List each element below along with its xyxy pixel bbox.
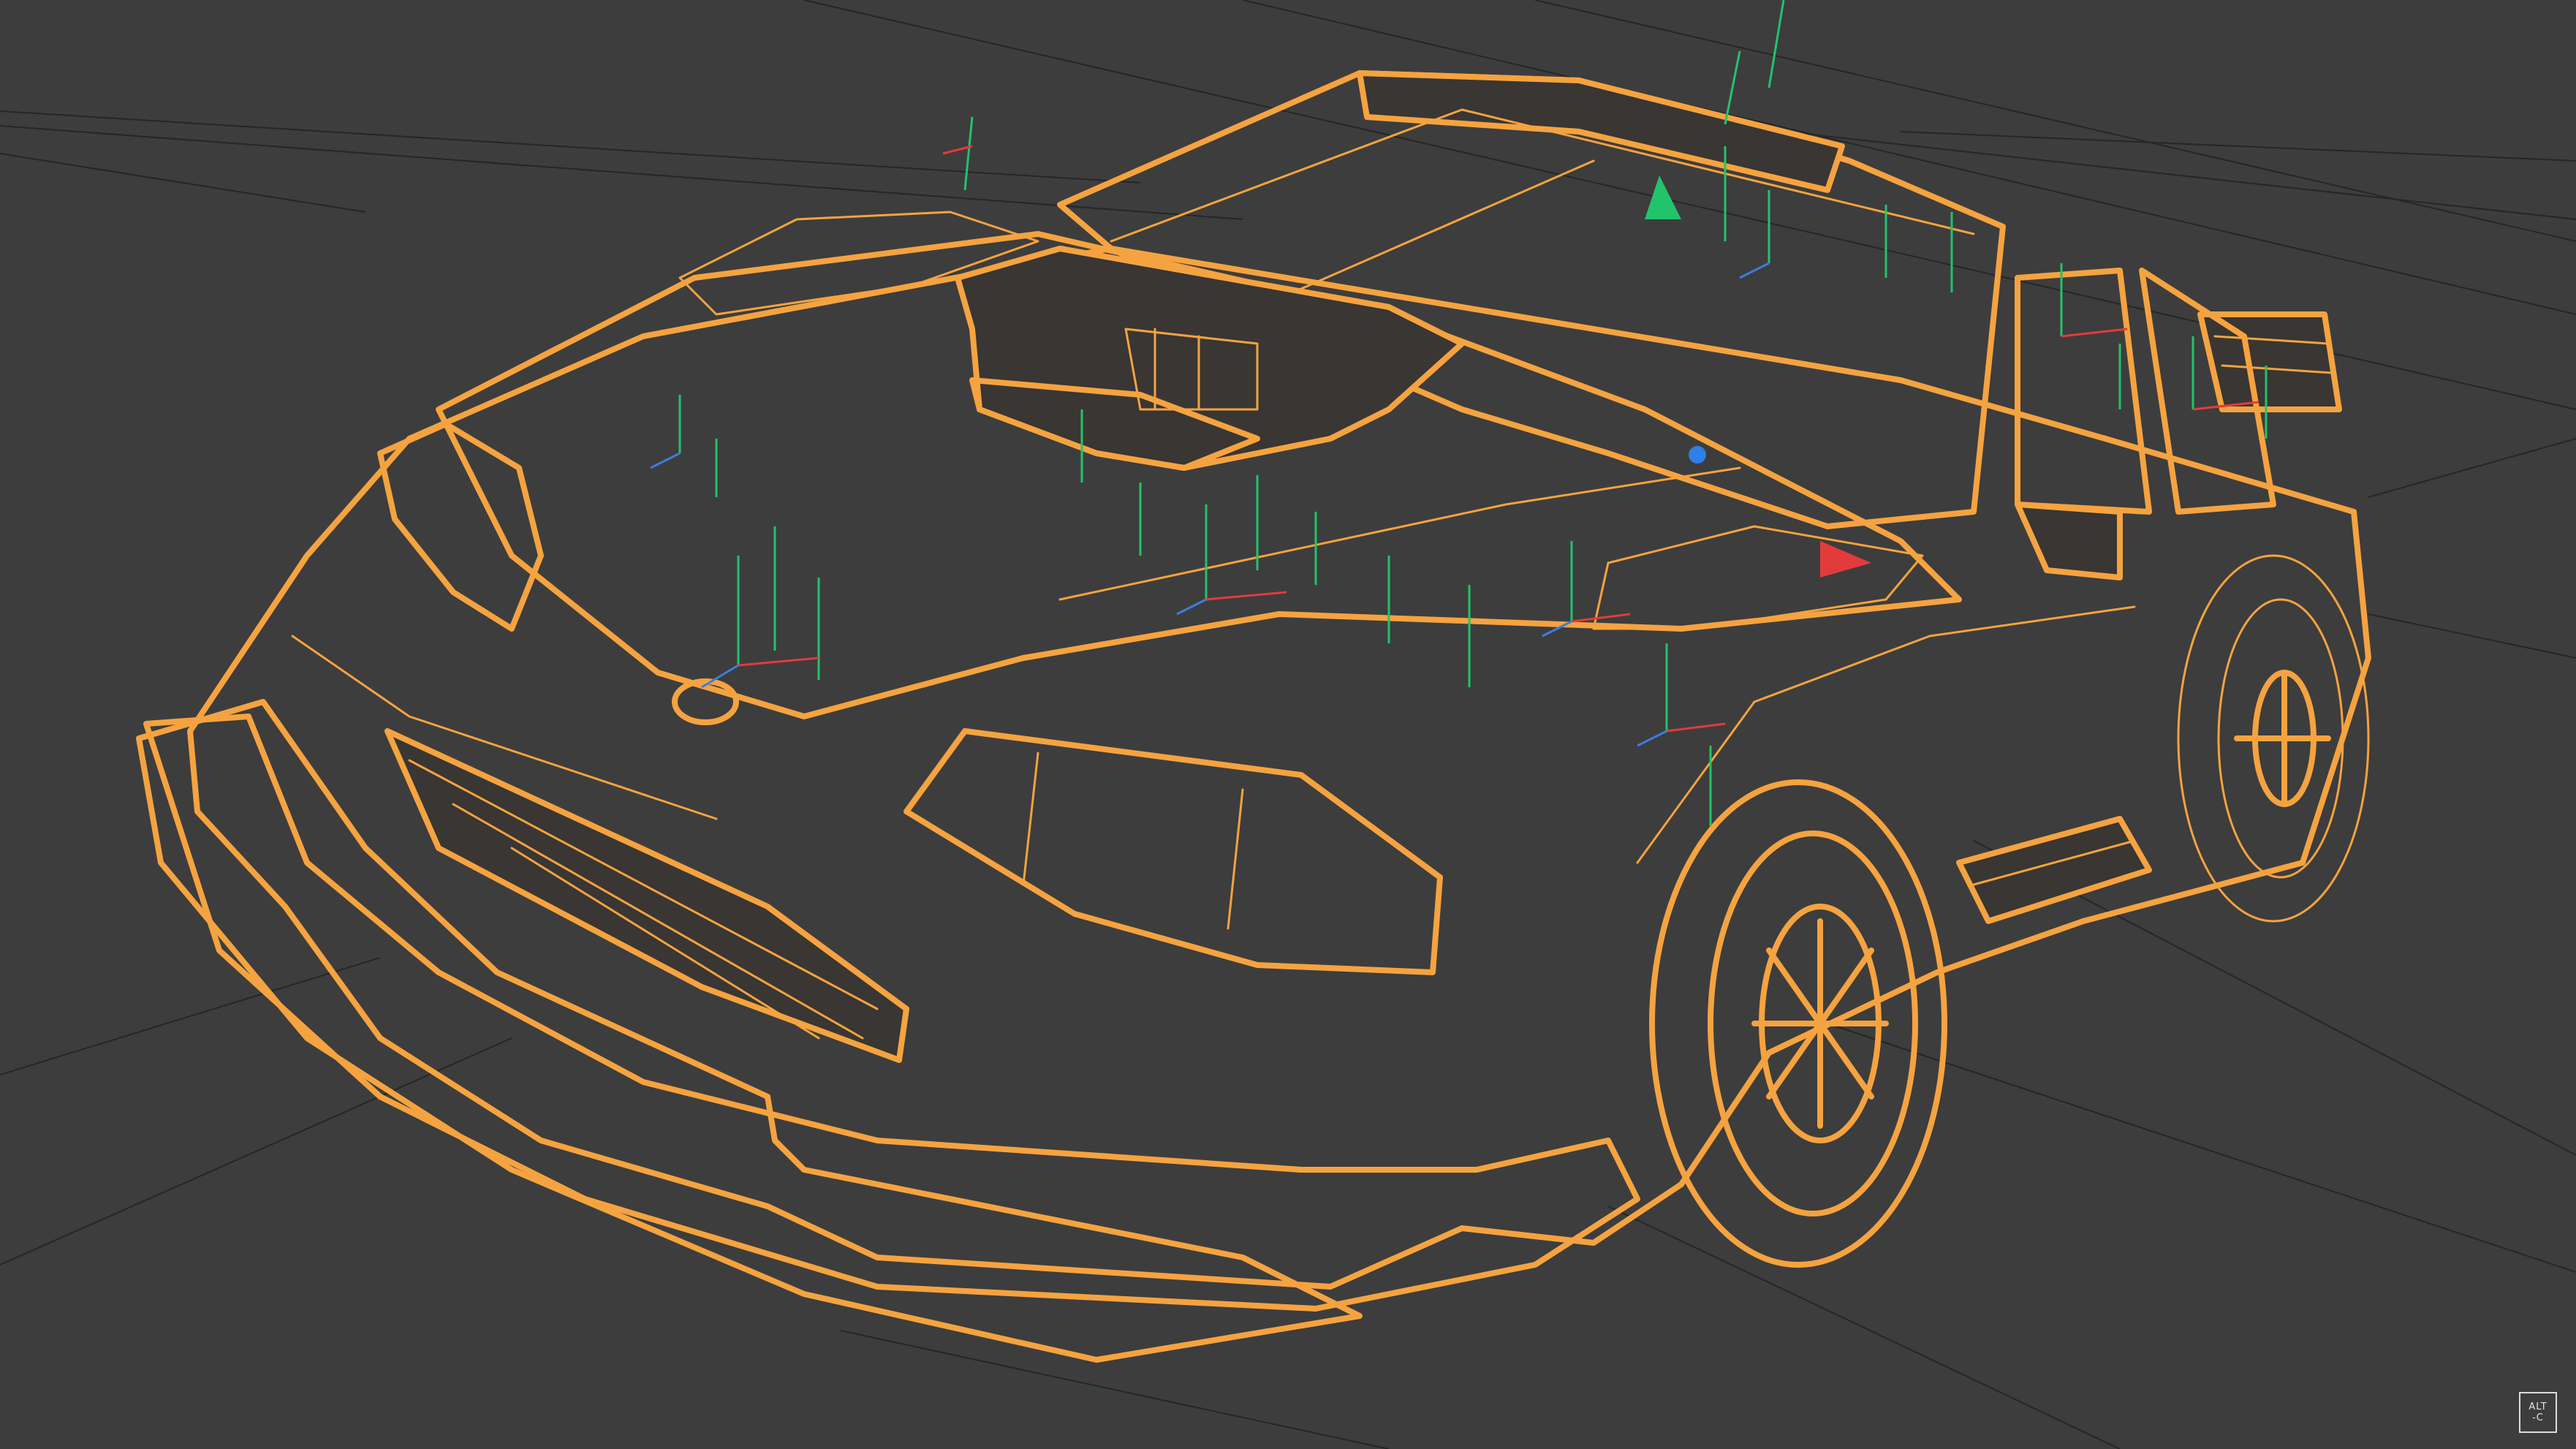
headlight-right: [904, 728, 1443, 975]
front-grille: [384, 728, 909, 1063]
side-mirror: [2015, 502, 2123, 580]
rear-spoiler[interactable]: [2197, 311, 2342, 412]
side-exhaust: [1956, 816, 2152, 924]
fender-vent-right: [1592, 525, 1924, 630]
watermark-badge: ALT -C: [2519, 1392, 2557, 1433]
viewport-scene[interactable]: [0, 0, 2576, 1449]
front-wheel[interactable]: [1649, 779, 1947, 1268]
ground-grid: [0, 0, 2576, 1449]
car-body[interactable]: [136, 70, 2371, 1363]
hood-scoop[interactable]: [955, 246, 1465, 471]
3d-viewport[interactable]: ALT -C: [0, 0, 2576, 1449]
